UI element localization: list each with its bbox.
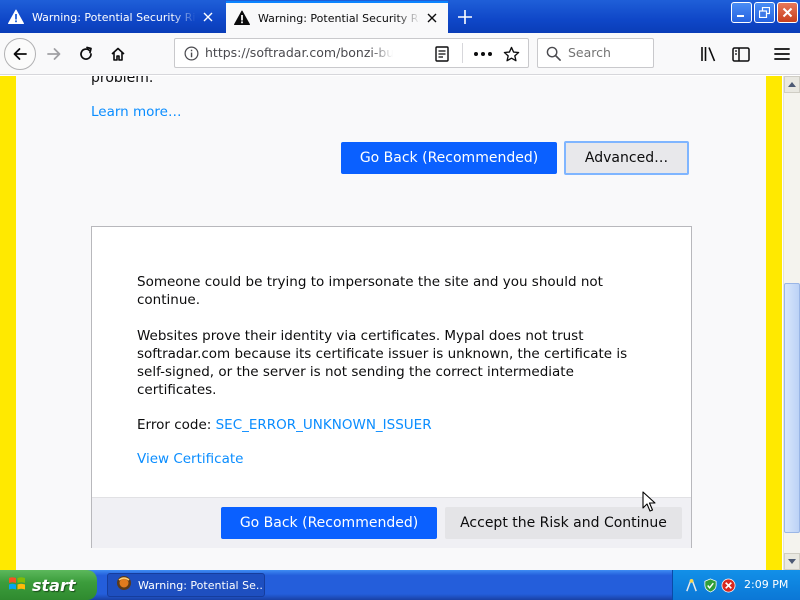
network-icon[interactable] (683, 577, 699, 593)
home-button[interactable] (102, 38, 134, 70)
page-viewport: problem. Learn more… Go Back (Recommende… (0, 76, 783, 570)
taskbar-item-browser[interactable]: Warning: Potential Se... (107, 573, 265, 597)
page-actions-icon[interactable] (471, 45, 495, 63)
warning-stripe-right (766, 76, 782, 570)
advanced-panel-footer: Go Back (Recommended) Accept the Risk an… (92, 497, 691, 548)
error-code-label: Error code: (137, 417, 212, 433)
learn-more-link[interactable]: Learn more… (91, 104, 182, 120)
tab-warning-2[interactable]: Warning: Potential Security Risk Ah (226, 1, 448, 33)
error-code-link[interactable]: SEC_ERROR_UNKNOWN_ISSUER (216, 417, 432, 433)
chevron-down-icon (788, 559, 796, 564)
warning-stripe-left (0, 76, 16, 570)
warning-icon (234, 10, 250, 26)
start-label: start (32, 575, 76, 595)
go-back-button-bottom[interactable]: Go Back (Recommended) (221, 507, 437, 539)
minimize-icon (737, 15, 744, 17)
info-icon[interactable] (183, 45, 199, 61)
back-button[interactable] (4, 38, 36, 70)
reader-view-icon[interactable] (433, 45, 451, 63)
chevron-up-icon (788, 82, 796, 87)
restore-icon (759, 7, 770, 18)
close-tab-icon[interactable] (420, 6, 444, 30)
search-icon (545, 45, 561, 61)
scroll-up-button[interactable] (784, 76, 800, 93)
scroll-down-button[interactable] (784, 553, 800, 570)
problem-text: problem. (91, 76, 154, 86)
advanced-button[interactable]: Advanced… (564, 141, 689, 175)
windows-logo-icon (8, 575, 26, 596)
restore-button[interactable] (754, 2, 775, 23)
navigation-toolbar: https://softradar.com/bonzi-buddy Search (0, 33, 800, 75)
warning-icon (8, 9, 24, 25)
impersonation-warning-text: Someone could be trying to impersonate t… (137, 274, 603, 308)
view-certificate-link[interactable]: View Certificate (137, 451, 243, 467)
advanced-panel: Someone could be trying to impersonate t… (91, 226, 692, 548)
search-input[interactable]: Search (537, 38, 654, 68)
tab-title: Warning: Potential Security Risk Ah (32, 10, 196, 24)
reload-icon (80, 46, 92, 60)
bookmark-star-icon[interactable] (501, 44, 521, 64)
alert-icon[interactable] (720, 577, 736, 593)
tab-bar: Warning: Potential Security Risk Ah Warn… (0, 0, 800, 33)
vertical-scrollbar[interactable] (783, 76, 800, 570)
tab-title: Warning: Potential Security Risk Ah (258, 11, 420, 25)
scrollbar-thumb[interactable] (784, 283, 800, 533)
mouse-pointer-icon (642, 491, 656, 517)
clock: 2:09 PM (744, 578, 789, 591)
close-tab-icon[interactable] (196, 5, 220, 29)
back-arrow-icon (13, 48, 27, 60)
home-icon (111, 47, 125, 61)
security-shield-icon[interactable] (702, 577, 718, 593)
tab-warning-1[interactable]: Warning: Potential Security Risk Ah (0, 1, 224, 33)
system-tray: 2:09 PM (672, 570, 800, 600)
close-icon (782, 7, 793, 18)
urlbar-divider (462, 43, 463, 63)
reload-button[interactable] (70, 38, 102, 70)
browser-app-icon (116, 575, 132, 595)
library-icon[interactable] (698, 45, 720, 63)
url-text[interactable]: https://softradar.com/bonzi-buddy (205, 45, 393, 60)
new-tab-button[interactable] (452, 5, 478, 29)
search-placeholder: Search (568, 45, 611, 60)
start-button[interactable]: start (0, 570, 97, 600)
go-back-button[interactable]: Go Back (Recommended) (341, 142, 557, 174)
forward-button[interactable] (38, 38, 70, 70)
taskbar: start Warning: Potential Se... 2:09 PM (0, 570, 800, 600)
taskbar-item-label: Warning: Potential Se... (138, 578, 264, 592)
sidebar-icon[interactable] (730, 45, 752, 63)
hamburger-menu-icon[interactable] (771, 45, 793, 63)
close-window-button[interactable] (777, 2, 798, 23)
minimize-button[interactable] (731, 2, 752, 23)
certificate-explanation-text: Websites prove their identity via certif… (137, 328, 628, 398)
error-code-line: Error code: SEC_ERROR_UNKNOWN_ISSUER (137, 417, 432, 433)
forward-arrow-icon (47, 48, 61, 60)
url-bar[interactable]: https://softradar.com/bonzi-buddy (174, 38, 529, 68)
